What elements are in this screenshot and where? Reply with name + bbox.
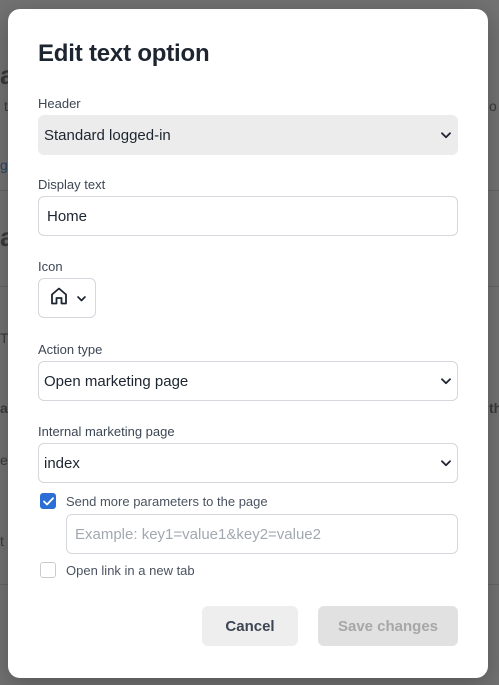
action-type-value: Open marketing page bbox=[44, 372, 189, 390]
display-text-value: Home bbox=[47, 207, 88, 225]
action-type-select[interactable]: Open marketing page bbox=[38, 361, 458, 401]
send-params-label[interactable]: Send more parameters to the page bbox=[66, 494, 268, 509]
send-params-checkbox[interactable] bbox=[40, 493, 56, 509]
display-text-label: Display text bbox=[38, 177, 106, 192]
icon-picker[interactable] bbox=[38, 278, 96, 318]
chevron-down-icon bbox=[440, 129, 452, 141]
header-label: Header bbox=[38, 96, 81, 111]
marketing-page-value: index bbox=[44, 454, 80, 472]
chevron-down-icon bbox=[440, 375, 452, 387]
new-tab-checkbox[interactable] bbox=[40, 562, 56, 578]
header-select: Standard logged-in bbox=[38, 115, 458, 155]
checkmark-icon bbox=[42, 496, 54, 505]
params-input[interactable] bbox=[66, 514, 458, 554]
display-text-input[interactable]: Home bbox=[38, 196, 458, 236]
save-changes-button[interactable]: Save changes bbox=[318, 606, 458, 646]
action-type-label: Action type bbox=[38, 342, 103, 357]
header-select-value: Standard logged-in bbox=[44, 126, 171, 144]
chevron-down-icon bbox=[77, 289, 86, 307]
chevron-down-icon bbox=[440, 457, 452, 469]
marketing-page-label: Internal marketing page bbox=[38, 424, 175, 439]
cancel-button[interactable]: Cancel bbox=[202, 606, 298, 646]
dialog-title: Edit text option bbox=[38, 40, 210, 67]
new-tab-label[interactable]: Open link in a new tab bbox=[66, 563, 195, 578]
marketing-page-select[interactable]: index bbox=[38, 443, 458, 483]
edit-text-option-dialog: Edit text option Header Standard logged-… bbox=[8, 9, 488, 678]
home-icon bbox=[49, 286, 69, 311]
icon-label: Icon bbox=[38, 259, 63, 274]
